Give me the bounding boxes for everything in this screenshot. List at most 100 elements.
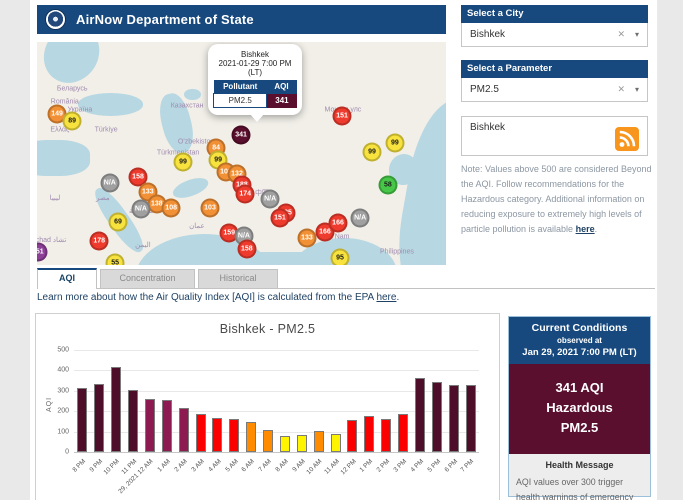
note-here-link[interactable]: here — [576, 224, 595, 234]
city-select[interactable]: Bishkek ✕ ▾ — [461, 23, 648, 47]
chart-bar[interactable] — [212, 418, 222, 452]
note-suffix: . — [595, 224, 598, 234]
water-shape — [37, 140, 90, 176]
aqi-marker[interactable]: N/A — [100, 173, 119, 192]
x-axis-label: 9 AM — [291, 458, 306, 473]
chart-plot: AQI 0100200300400500 8 PM9 PM10 PM11 PM2… — [74, 350, 479, 452]
aqi-marker[interactable]: 103 — [201, 198, 220, 217]
chart-bar[interactable] — [449, 385, 459, 452]
aqi-marker[interactable]: 166 — [329, 214, 348, 233]
y-axis-tick-label: 0 — [65, 449, 74, 456]
aqi-marker[interactable]: 151 — [270, 208, 289, 227]
map[interactable]: БеларусьУкраїнаКазахстанRomâniaΕλλάςTürk… — [37, 42, 446, 265]
chart-bar[interactable] — [347, 420, 357, 452]
aqi-marker[interactable]: 55 — [106, 253, 125, 265]
chart-bar[interactable] — [111, 367, 121, 452]
water-shape — [170, 174, 210, 201]
aqi-marker[interactable]: 89 — [63, 111, 82, 130]
gridline — [74, 350, 479, 351]
water-shape — [155, 91, 197, 156]
current-conditions-title: Current Conditions — [511, 322, 648, 334]
popup-pointer — [250, 114, 264, 122]
aqi-marker[interactable]: 133 — [297, 229, 316, 248]
aqi-marker[interactable]: 178 — [90, 231, 109, 250]
aqi-marker[interactable]: 99 — [362, 142, 381, 161]
chart-bar[interactable] — [314, 431, 324, 452]
parameter-select[interactable]: PM2.5 ✕ ▾ — [461, 78, 648, 102]
chevron-down-icon[interactable]: ▾ — [635, 30, 639, 39]
beyond-aqi-note: Note: Values above 500 are considered Be… — [461, 162, 653, 237]
rss-icon[interactable] — [615, 127, 639, 151]
x-axis-label: 10 PM — [103, 458, 121, 476]
aqi-marker[interactable]: 69 — [108, 212, 127, 231]
aqi-marker[interactable]: 251 — [37, 243, 47, 262]
chart-title: Bishkek - PM2.5 — [36, 322, 499, 336]
x-axis-label: 12 PM — [339, 458, 357, 476]
chart-bar[interactable] — [128, 390, 138, 452]
epa-here-link[interactable]: here — [376, 292, 396, 303]
chevron-down-icon[interactable]: ▾ — [635, 85, 639, 94]
chart-bar[interactable] — [297, 435, 307, 452]
popup-table: Pollutant AQI PM2.5 341 — [213, 80, 297, 108]
aqi-marker[interactable]: 95 — [331, 249, 350, 265]
chart-bar[interactable] — [415, 378, 425, 452]
tab-aqi[interactable]: AQI — [37, 268, 97, 289]
select-parameter-header: Select a Parameter — [461, 60, 648, 78]
x-axis-label: 1 PM — [359, 458, 375, 474]
x-axis-label: 10 AM — [306, 458, 324, 476]
chart-bar[interactable] — [398, 414, 408, 452]
chart-bar[interactable] — [331, 434, 341, 452]
aqi-marker[interactable]: 174 — [236, 185, 255, 204]
chart-bar[interactable] — [466, 385, 476, 452]
x-axis-label: 3 AM — [190, 458, 205, 473]
aqi-marker[interactable]: N/A — [131, 200, 150, 219]
rss-city-label: Bishkek — [470, 122, 505, 133]
chart-bar[interactable] — [196, 414, 206, 452]
chart-card: Bishkek - PM2.5 AQI 0100200300400500 8 P… — [35, 313, 500, 500]
aqi-marker[interactable]: 151 — [333, 107, 352, 126]
map-country-label: Беларусь — [57, 86, 88, 93]
chart-bar[interactable] — [94, 384, 104, 452]
chart-bar[interactable] — [280, 436, 290, 452]
tab-concentration[interactable]: Concentration — [100, 269, 195, 288]
chart-bar[interactable] — [432, 382, 442, 452]
chart-bar[interactable] — [145, 399, 155, 452]
observed-at-label: observed at — [511, 336, 648, 345]
chart-bar[interactable] — [162, 400, 172, 452]
clear-icon[interactable]: ✕ — [617, 84, 625, 95]
chart-bar[interactable] — [364, 416, 374, 452]
y-axis-tick-label: 100 — [57, 428, 74, 435]
aqi-value: 341 AQI — [511, 378, 648, 398]
health-message-title: Health Message — [516, 460, 643, 470]
x-axis-label: 2 AM — [173, 458, 188, 473]
page: AirNow Department of State БеларусьУкраї… — [0, 0, 683, 500]
chart-bar[interactable] — [77, 388, 87, 452]
chart-bar[interactable] — [229, 419, 239, 452]
aqi-marker[interactable]: N/A — [351, 208, 370, 227]
tab-historical[interactable]: Historical — [198, 269, 278, 288]
chart-bar[interactable] — [246, 422, 256, 452]
aqi-marker[interactable]: 99 — [385, 134, 404, 153]
aqi-marker[interactable]: 58 — [378, 175, 397, 194]
aqi-marker[interactable]: 108 — [162, 198, 181, 217]
select-city-header: Select a City — [461, 5, 648, 23]
aqi-marker[interactable]: 99 — [174, 152, 193, 171]
chart-bar[interactable] — [179, 408, 189, 452]
x-axis-label: 5 PM — [426, 458, 442, 474]
aqi-marker[interactable]: 341 — [232, 125, 251, 144]
y-axis-tick-label: 200 — [57, 408, 74, 415]
app-title: AirNow Department of State — [76, 12, 254, 27]
chart-bar[interactable] — [381, 419, 391, 452]
y-axis-tick-label: 400 — [57, 367, 74, 374]
chart-bar[interactable] — [263, 430, 273, 452]
aqi-marker[interactable]: N/A — [261, 189, 280, 208]
aqi-marker[interactable]: 158 — [237, 239, 256, 258]
water-shape — [37, 42, 111, 94]
x-axis-label: 1 AM — [156, 458, 171, 473]
x-axis-label: 8 PM — [72, 458, 88, 474]
x-axis-label: 2 PM — [375, 458, 391, 474]
popup-datetime: 2021-01-29 7:00 PM — [213, 59, 297, 68]
clear-icon[interactable]: ✕ — [617, 29, 625, 40]
observed-datetime: Jan 29, 2021 7:00 PM (LT) — [511, 347, 648, 358]
content-area: AirNow Department of State БеларусьУкраї… — [30, 0, 657, 500]
